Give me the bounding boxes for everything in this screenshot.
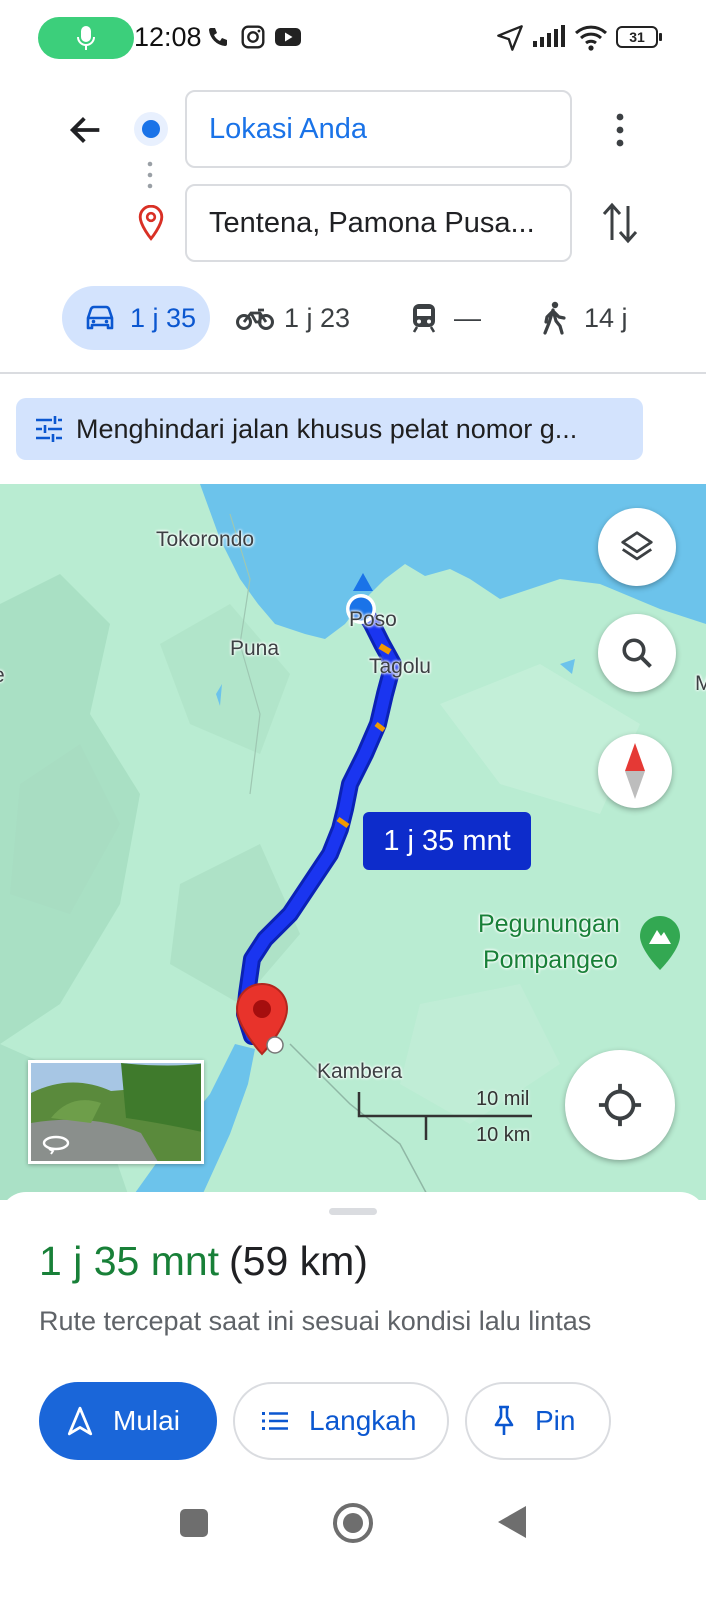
mic-indicator[interactable] [38, 17, 134, 59]
scale-km: 10 km [476, 1124, 531, 1146]
route-duration: 1 j 35 mnt [39, 1238, 220, 1284]
layers-button[interactable] [598, 508, 676, 586]
map-label-pegunungan: Pegunungan [478, 910, 620, 938]
start-button-label: Mulai [113, 1405, 180, 1436]
more-options-icon[interactable] [604, 110, 636, 150]
mode-transit-time: — [454, 302, 481, 333]
navigation-icon [67, 1406, 93, 1436]
destination-input[interactable]: Tentena, Pamona Pusa... [185, 184, 572, 262]
route-eta-bubble[interactable]: 1 j 35 mnt [363, 812, 531, 870]
instagram-icon [241, 25, 265, 49]
mode-tab-motorcycle[interactable]: 1 j 23 [236, 286, 350, 350]
map-label-tagolu: Tagolu [369, 655, 431, 678]
layers-icon [621, 531, 653, 561]
map-label-edge-right: M [695, 672, 706, 695]
search-along-route-button[interactable] [598, 614, 676, 692]
map-label-edge-left: e [0, 664, 5, 688]
tune-icon [36, 416, 62, 442]
system-nav-bar [0, 1492, 720, 1600]
origin-input[interactable]: Lokasi Anda [185, 90, 572, 168]
destination-pin-icon [138, 205, 164, 241]
map-label-pompangeo: Pompangeo [483, 946, 618, 974]
clock: 12:08 [134, 22, 202, 52]
compass-button[interactable] [598, 734, 672, 808]
transit-icon [412, 304, 436, 333]
map-label-puna: Puna [230, 637, 280, 660]
route-options-chip[interactable]: Menghindari jalan khusus pelat nomor g..… [16, 398, 643, 460]
mode-car-time: 1 j 35 [130, 302, 197, 333]
destination-point [266, 1036, 284, 1054]
360-view-icon [42, 1135, 70, 1155]
map-view[interactable]: Tokorondo Poso Puna Tagolu e M Pegununga… [0, 484, 706, 1200]
mode-motorcycle-time: 1 j 23 [284, 302, 351, 333]
back-arrow-icon[interactable] [66, 110, 106, 150]
mode-tab-walk[interactable]: 14 j [540, 286, 628, 350]
pin-button[interactable]: Pin [465, 1382, 611, 1460]
steps-button-label: Langkah [309, 1405, 417, 1436]
search-icon [622, 638, 652, 668]
navigation-arrow-icon [353, 573, 373, 591]
recenter-button[interactable] [565, 1050, 675, 1160]
walk-icon [543, 301, 566, 335]
pin-button-label: Pin [535, 1405, 576, 1436]
street-view-thumbnail[interactable] [28, 1060, 204, 1164]
compass-icon [625, 743, 645, 799]
route-description: Rute tercepat saat ini sesuai kondisi la… [39, 1306, 592, 1336]
mode-tab-transit[interactable]: — [410, 286, 481, 350]
wifi-icon [574, 25, 608, 51]
steps-button[interactable]: Langkah [233, 1382, 449, 1460]
route-connector-dots [147, 161, 153, 189]
route-options-label: Menghindari jalan khusus pelat nomor g..… [76, 413, 578, 444]
map-label-poso: Poso [349, 608, 397, 631]
mountain-poi-icon[interactable] [638, 914, 682, 972]
youtube-icon [275, 28, 301, 46]
scale-miles: 10 mil [476, 1088, 530, 1110]
list-icon [262, 1412, 288, 1430]
mode-tab-car[interactable]: 1 j 35 [62, 286, 210, 350]
map-label-kambera: Kambera [317, 1060, 403, 1083]
map-label-tokorondo: Tokorondo [156, 528, 255, 551]
status-bar: 12:08 31 [0, 0, 720, 78]
origin-dot-icon [134, 112, 168, 146]
battery-icon: 31 [616, 26, 662, 48]
back-icon[interactable] [496, 1504, 528, 1540]
mode-walk-time: 14 j [584, 302, 628, 333]
divider [0, 372, 706, 374]
swap-icon[interactable] [600, 200, 640, 246]
motorcycle-icon [236, 308, 274, 330]
recents-icon[interactable] [178, 1507, 210, 1539]
location-arrow-icon [497, 25, 523, 51]
car-icon [86, 305, 114, 330]
start-button[interactable]: Mulai [39, 1382, 217, 1460]
pin-icon [494, 1405, 514, 1435]
sheet-drag-handle[interactable] [329, 1208, 377, 1215]
route-distance: (59 km) [229, 1238, 368, 1284]
phone-icon [209, 28, 227, 46]
my-location-icon [598, 1083, 642, 1127]
mic-icon [77, 26, 95, 50]
signal-icon [533, 25, 565, 47]
home-icon[interactable] [332, 1502, 374, 1544]
